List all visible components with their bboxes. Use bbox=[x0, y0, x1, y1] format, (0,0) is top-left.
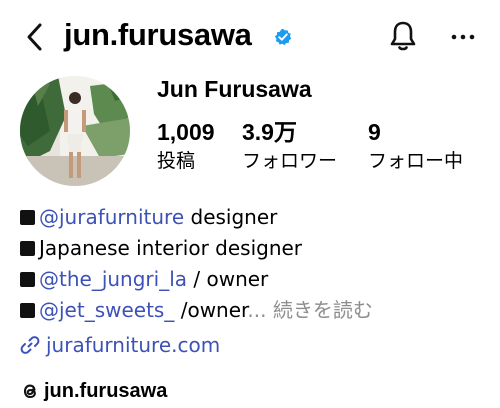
bio-line: @the_jungri_la / owner bbox=[20, 264, 490, 295]
followers-count-label: フォロワー bbox=[242, 150, 338, 172]
bio-text: /owner bbox=[174, 298, 248, 322]
read-more-link[interactable]: 続きを読む bbox=[267, 298, 373, 322]
following-count-value: 9 bbox=[368, 119, 381, 145]
black-square-icon bbox=[20, 272, 35, 287]
bio-line: @jurafurniture designer bbox=[20, 202, 490, 233]
bio-text: Japanese interior designer bbox=[39, 236, 303, 260]
black-square-icon bbox=[20, 210, 35, 225]
posts-count-value: 1,009 bbox=[157, 119, 215, 145]
following-count[interactable]: 9 フォロー中 bbox=[368, 118, 463, 176]
posts-count-label: 投稿 bbox=[157, 150, 196, 172]
more-horizontal-icon bbox=[451, 34, 475, 40]
chevron-left-icon bbox=[27, 23, 42, 51]
followers-count[interactable]: 3.9万 フォロワー bbox=[242, 118, 337, 176]
profile-bio: @jurafurniture designer Japanese interio… bbox=[20, 202, 490, 326]
verified-badge-icon bbox=[274, 28, 292, 46]
threads-icon bbox=[23, 384, 36, 399]
profile-avatar[interactable] bbox=[20, 76, 130, 186]
mention-link[interactable]: @jurafurniture bbox=[39, 205, 184, 229]
bell-icon bbox=[390, 21, 416, 51]
followers-count-value: 3.9万 bbox=[242, 119, 297, 145]
black-square-icon bbox=[20, 303, 35, 318]
website-link[interactable]: jurafurniture.com bbox=[20, 330, 220, 360]
threads-handle: jun.furusawa bbox=[44, 379, 168, 402]
mention-link[interactable]: @the_jungri_la bbox=[39, 267, 187, 291]
bio-line: Japanese interior designer bbox=[20, 233, 490, 264]
black-square-icon bbox=[20, 241, 35, 256]
bio-text: / owner bbox=[187, 267, 269, 291]
more-options-button[interactable] bbox=[448, 24, 478, 50]
header-username: jun.furusawa bbox=[64, 17, 252, 52]
avatar-photo bbox=[20, 76, 130, 186]
link-icon bbox=[20, 336, 40, 354]
profile-header: jun.furusawa bbox=[0, 0, 500, 72]
website-url: jurafurniture.com bbox=[46, 333, 221, 357]
ellipsis: ... bbox=[247, 298, 267, 322]
bio-line: @jet_sweets_ /owner... 続きを読む bbox=[20, 295, 490, 326]
following-count-label: フォロー中 bbox=[368, 150, 464, 172]
mention-link[interactable]: @jet_sweets_ bbox=[39, 298, 174, 322]
notifications-button[interactable] bbox=[388, 18, 418, 54]
posts-count[interactable]: 1,009 投稿 bbox=[157, 118, 215, 176]
back-button[interactable] bbox=[22, 20, 50, 54]
display-name: Jun Furusawa bbox=[157, 76, 312, 102]
threads-link[interactable]: jun.furusawa bbox=[20, 376, 167, 406]
bio-text: designer bbox=[184, 205, 278, 229]
